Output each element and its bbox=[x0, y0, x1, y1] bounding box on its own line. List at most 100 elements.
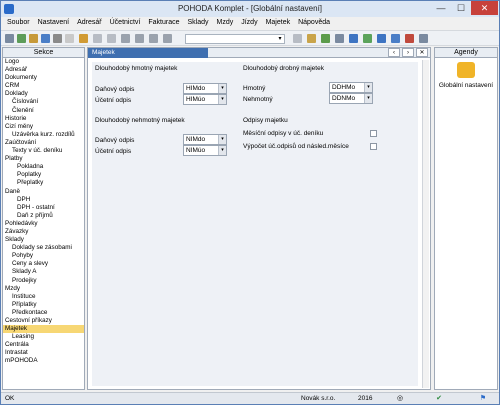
section-item[interactable]: Pohyby bbox=[3, 252, 84, 260]
menu-napoveda[interactable]: Nápověda bbox=[294, 17, 334, 29]
section-item[interactable]: Centrála bbox=[3, 341, 84, 349]
section-item[interactable]: Sklady bbox=[3, 236, 84, 244]
section-item[interactable]: Historie bbox=[3, 115, 84, 123]
toolbar-icon[interactable] bbox=[65, 34, 74, 43]
section-item[interactable]: CRM bbox=[3, 82, 84, 90]
hmotny-danovy-select[interactable]: HIMdo ▾ bbox=[183, 83, 227, 94]
minimize-button[interactable]: — bbox=[431, 1, 451, 15]
toolbar-icon[interactable] bbox=[17, 34, 26, 43]
section-item[interactable]: Texty v úč. deníku bbox=[3, 147, 84, 155]
menu-fakturace[interactable]: Fakturace bbox=[144, 17, 183, 29]
network-icon: ⚑ bbox=[479, 395, 487, 402]
section-item[interactable]: Majetek bbox=[3, 325, 84, 334]
prev-icon[interactable]: ‹ bbox=[388, 48, 400, 57]
vertical-scrollbar[interactable] bbox=[422, 60, 429, 388]
section-item[interactable]: Sklady A bbox=[3, 268, 84, 276]
agenda-item-label[interactable]: Globální nastavení bbox=[435, 82, 497, 89]
toolbar-icon[interactable] bbox=[135, 34, 144, 43]
toolbar-icon[interactable] bbox=[29, 34, 38, 43]
toolbar-combo[interactable]: ▾ bbox=[185, 34, 285, 44]
section-item[interactable]: Zaúčtování bbox=[3, 139, 84, 147]
tab-majetek[interactable]: Majetek bbox=[88, 47, 208, 58]
toolbar-icon[interactable] bbox=[5, 34, 14, 43]
section-item[interactable]: Pohledávky bbox=[3, 220, 84, 228]
toolbar-icon[interactable] bbox=[107, 34, 116, 43]
menu-ucetnictvi[interactable]: Účetnictví bbox=[106, 17, 145, 29]
hmotny-section-title: Dlouhodobý hmotný majetek bbox=[95, 65, 178, 72]
toolbar-icon[interactable] bbox=[149, 34, 158, 43]
toolbar-icon[interactable] bbox=[307, 34, 316, 43]
section-item[interactable]: Přeplatky bbox=[3, 179, 84, 187]
toolbar-icon[interactable] bbox=[349, 34, 358, 43]
menu-sklady[interactable]: Sklady bbox=[183, 17, 212, 29]
section-item[interactable]: Členění bbox=[3, 107, 84, 115]
section-item[interactable]: Uzávěrka kurz. rozdílů bbox=[3, 131, 84, 139]
menu-majetek[interactable]: Majetek bbox=[262, 17, 295, 29]
section-item[interactable]: Cizí měny bbox=[3, 123, 84, 131]
settings-icon[interactable] bbox=[457, 62, 475, 78]
menu-nastaveni[interactable]: Nastavení bbox=[34, 17, 74, 29]
toolbar-icon[interactable] bbox=[377, 34, 386, 43]
toolbar-icon[interactable] bbox=[93, 34, 102, 43]
mesicni-odpisy-checkbox[interactable] bbox=[370, 130, 377, 137]
hmotny-ucetni-select[interactable]: HIMúo ▾ bbox=[183, 94, 227, 105]
settings-pane: Majetek ‹ › ✕ Dlouhodobý hmotný majetek … bbox=[87, 47, 431, 390]
menu-mzdy[interactable]: Mzdy bbox=[213, 17, 238, 29]
toolbar-icon[interactable] bbox=[53, 34, 62, 43]
chevron-down-icon: ▾ bbox=[218, 135, 226, 144]
section-item[interactable]: Prodejky bbox=[3, 277, 84, 285]
next-icon[interactable]: › bbox=[402, 48, 414, 57]
toolbar-icon[interactable] bbox=[163, 34, 172, 43]
menu-adresar[interactable]: Adresář bbox=[73, 17, 106, 29]
section-item[interactable]: DPH bbox=[3, 196, 84, 204]
section-item[interactable]: mPOHODA bbox=[3, 357, 84, 365]
section-item[interactable]: Logo bbox=[3, 58, 84, 66]
toolbar: ▾ bbox=[1, 30, 499, 46]
vypocet-odpisu-checkbox[interactable] bbox=[370, 143, 377, 150]
section-item[interactable]: Číslování bbox=[3, 98, 84, 106]
toolbar-icon[interactable] bbox=[419, 34, 428, 43]
toolbar-icon[interactable] bbox=[321, 34, 330, 43]
odpisy-section-title: Odpisy majetku bbox=[243, 117, 288, 124]
section-item[interactable]: Předkontace bbox=[3, 309, 84, 317]
section-item[interactable]: Instituce bbox=[3, 293, 84, 301]
section-item[interactable]: Doklady se zásobami bbox=[3, 244, 84, 252]
close-button[interactable]: ✕ bbox=[471, 1, 498, 15]
drobny-nehmotny-select[interactable]: DDNMo ▾ bbox=[329, 93, 373, 104]
toolbar-icon[interactable] bbox=[391, 34, 400, 43]
toolbar-icon[interactable] bbox=[79, 34, 88, 43]
section-item[interactable]: Intrastat bbox=[3, 349, 84, 357]
close-icon[interactable]: ✕ bbox=[416, 48, 428, 57]
agenda-panel: Agendy Globální nastavení bbox=[434, 47, 498, 390]
agenda-header: Agendy bbox=[435, 48, 497, 58]
drobny-hmotny-value: DDHMo bbox=[332, 84, 356, 91]
toolbar-icon[interactable] bbox=[41, 34, 50, 43]
section-item[interactable]: Poplatky bbox=[3, 171, 84, 179]
section-item[interactable]: DPH - ostatní bbox=[3, 204, 84, 212]
toolbar-icon[interactable] bbox=[121, 34, 130, 43]
section-item[interactable]: Ceny a slevy bbox=[3, 260, 84, 268]
drobny-hmotny-select[interactable]: DDHMo ▾ bbox=[329, 82, 373, 93]
menu-soubor[interactable]: Soubor bbox=[3, 17, 34, 29]
toolbar-icon[interactable] bbox=[293, 34, 302, 43]
nehmotny-danovy-select[interactable]: NIMdo ▾ bbox=[183, 134, 227, 145]
section-item[interactable]: Cestovní příkazy bbox=[3, 317, 84, 325]
vypocet-odpisu-label: Výpočet úč.odpisů od násled.měsíce bbox=[243, 143, 349, 150]
section-item[interactable]: Příplatky bbox=[3, 301, 84, 309]
menu-jizdy[interactable]: Jízdy bbox=[237, 17, 261, 29]
section-item[interactable]: Platby bbox=[3, 155, 84, 163]
chevron-down-icon: ▾ bbox=[278, 36, 282, 42]
toolbar-icon[interactable] bbox=[405, 34, 414, 43]
section-item[interactable]: Daň z příjmů bbox=[3, 212, 84, 220]
section-item[interactable]: Závazky bbox=[3, 228, 84, 236]
section-item[interactable]: Leasing bbox=[3, 333, 84, 341]
maximize-button[interactable]: ☐ bbox=[451, 1, 471, 15]
section-item[interactable]: Mzdy bbox=[3, 285, 84, 293]
section-item[interactable]: Dokumenty bbox=[3, 74, 84, 82]
section-item[interactable]: Daně bbox=[3, 188, 84, 196]
nehmotny-ucetni-select[interactable]: NIMúo ▾ bbox=[183, 145, 227, 156]
section-item[interactable]: Pokladna bbox=[3, 163, 84, 171]
section-item[interactable]: Adresář bbox=[3, 66, 84, 74]
toolbar-icon[interactable] bbox=[335, 34, 344, 43]
toolbar-icon[interactable] bbox=[363, 34, 372, 43]
